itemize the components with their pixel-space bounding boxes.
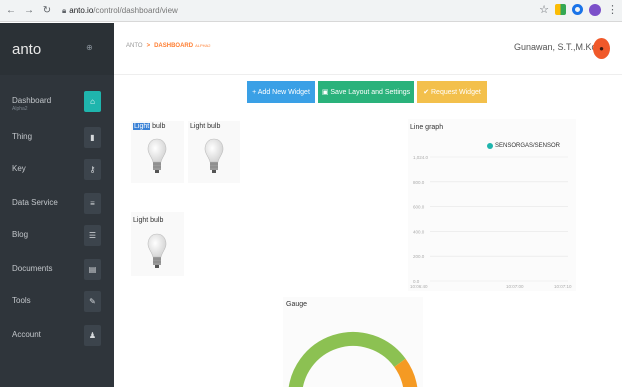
sidebar-item-label: Tools xyxy=(12,296,31,305)
username[interactable]: Gunawan, S.T.,M.Kom xyxy=(514,42,604,52)
browser-toolbar: ← → ↻ 🔒︎ anto.io/control/dashboard/view … xyxy=(0,0,622,22)
star-icon[interactable]: ☆ xyxy=(539,3,549,16)
save-layout-button[interactable]: ▣ Save Layout and Settings xyxy=(318,81,414,103)
line-graph-widget[interactable]: Line graph SENSORGAS/SENSOR 1,024.0 800.0… xyxy=(408,119,576,291)
sidebar-item-label: Account xyxy=(12,330,41,339)
sidebar-item-label: Key xyxy=(12,164,26,173)
add-widget-button[interactable]: + Add New Widget xyxy=(247,81,315,103)
lock-icon: 🔒︎ xyxy=(62,5,67,15)
y-tick-label: 1,024.0 xyxy=(413,155,429,160)
device-icon[interactable]: ▮ xyxy=(84,127,101,148)
breadcrumb-tag: ALPHA2 xyxy=(195,43,211,48)
y-tick-label: 800.0 xyxy=(413,180,425,185)
x-tick-label: 10:07:00 xyxy=(506,284,524,289)
extension-icon[interactable] xyxy=(555,4,566,15)
light-bulb-icon xyxy=(147,233,167,268)
request-widget-button[interactable]: ✔ Request Widget xyxy=(417,81,487,103)
url-host: anto.io xyxy=(69,6,94,15)
breadcrumb-separator: > xyxy=(146,43,151,49)
sidebar-item-key[interactable]: Key ⚷ xyxy=(0,156,114,184)
sidebar-item-thing[interactable]: Thing ▮ xyxy=(0,124,114,152)
wrench-icon[interactable]: ✎ xyxy=(84,291,101,312)
sidebar-item-label: Thing xyxy=(12,132,33,141)
address-bar[interactable]: anto.io/control/dashboard/view xyxy=(69,6,178,15)
url-path: /control/dashboard/view xyxy=(93,6,178,15)
gauge-widget[interactable]: Gauge xyxy=(283,297,423,387)
gauge-arc-main xyxy=(288,332,406,387)
line-chart: 1,024.0800.0600.0400.0200.00.010:06:40 10… xyxy=(410,155,572,289)
widget-title-rest: bulb xyxy=(150,123,166,130)
sidebar-item-dashboard[interactable]: Dashboard Alpha2 ⌂ xyxy=(0,88,114,116)
profile-icon[interactable] xyxy=(589,3,601,16)
header: ANTO > DASHBOARD ALPHA2 Gunawan, S.T.,M.Kom… xyxy=(114,23,622,75)
database-icon[interactable]: ≡ xyxy=(84,193,101,214)
back-icon[interactable]: ← xyxy=(4,4,18,18)
document-icon[interactable]: ▤ xyxy=(84,259,101,280)
sidebar-item-tools[interactable]: Tools ✎ xyxy=(0,288,114,316)
gauge-chart xyxy=(288,332,418,387)
sidebar-item-blog[interactable]: Blog ☰ xyxy=(0,222,114,250)
breadcrumb-root[interactable]: ANTO xyxy=(126,43,143,49)
sidebar-item-label: Blog xyxy=(12,230,29,239)
light-bulb-widget[interactable]: Light bulb xyxy=(188,121,240,183)
sidebar-item-label: Documents xyxy=(12,264,53,273)
widget-title: Light bulb xyxy=(190,123,221,130)
light-bulb-icon xyxy=(204,138,224,173)
breadcrumb-current: DASHBOARD xyxy=(154,43,194,49)
sidebar-item-data-service[interactable]: Data Service ≡ xyxy=(0,190,114,218)
sidebar-item-label: Dashboard xyxy=(12,96,52,105)
list-icon[interactable]: ☰ xyxy=(84,225,101,246)
y-tick-label: 600.0 xyxy=(413,205,425,210)
x-tick-label: 10:07:10 xyxy=(554,284,572,289)
home-icon[interactable]: ⌂ xyxy=(84,91,101,112)
gauge-arc-high xyxy=(394,358,418,387)
light-bulb-widget[interactable]: Light bulb xyxy=(131,212,184,276)
widget-title: Light bulb xyxy=(133,123,165,130)
forward-icon[interactable]: → xyxy=(22,4,36,18)
breadcrumb: ANTO > DASHBOARD ALPHA2 xyxy=(126,43,210,49)
sidebar-item-label: Data Service xyxy=(12,198,58,207)
sidebar-item-documents[interactable]: Documents ▤ xyxy=(0,256,114,284)
sidebar: anto ⊕ Dashboard Alpha2 ⌂ Thing ▮ Key ⚷ Data Se… xyxy=(0,23,114,387)
selected-text: Light xyxy=(133,123,151,130)
light-bulb-widget[interactable]: Light bulb xyxy=(131,121,184,183)
user-icon[interactable]: ♟ xyxy=(84,325,101,346)
sidebar-item-account[interactable]: Account ♟ xyxy=(0,322,114,350)
extension-icon[interactable] xyxy=(572,4,583,15)
avatar-icon: ● xyxy=(599,44,604,53)
sidebar-toggle-icon[interactable]: ⊕ xyxy=(86,43,93,52)
brand-logo[interactable]: anto xyxy=(0,23,114,75)
widget-title: Light bulb xyxy=(133,217,164,224)
key-icon[interactable]: ⚷ xyxy=(84,159,101,180)
y-tick-label: 200.0 xyxy=(413,254,425,259)
avatar[interactable]: ● xyxy=(593,38,610,59)
light-bulb-icon xyxy=(147,138,167,173)
x-tick-label: 10:06:40 xyxy=(410,284,428,289)
sidebar-item-sublabel: Alpha2 xyxy=(12,106,28,112)
y-tick-label: 400.0 xyxy=(413,229,425,234)
reload-icon[interactable]: ↻ xyxy=(40,4,54,18)
menu-icon[interactable]: ⋮ xyxy=(607,3,618,16)
